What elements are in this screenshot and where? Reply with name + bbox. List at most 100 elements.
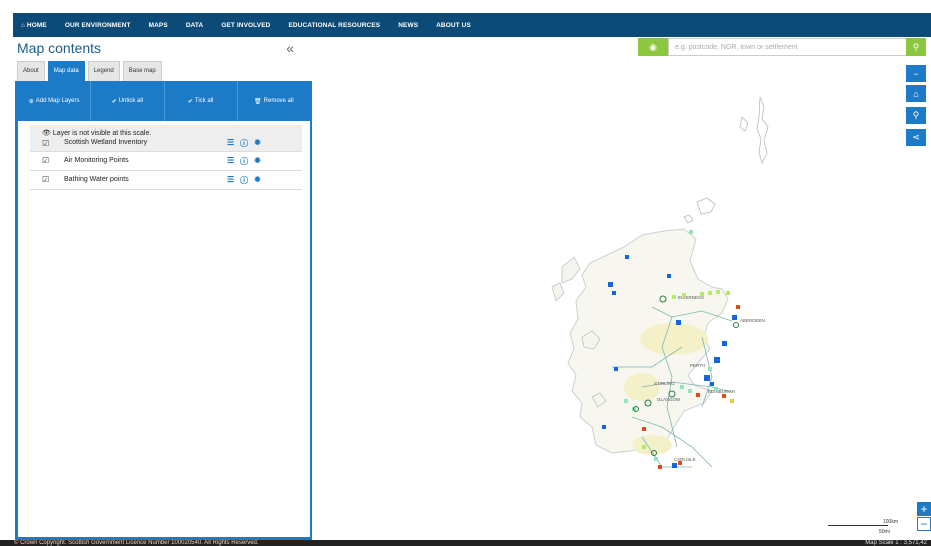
point-marker[interactable] [722, 394, 726, 398]
nav-data[interactable]: DATA [186, 22, 204, 29]
minus-icon: − [913, 68, 919, 79]
point-marker[interactable] [732, 315, 737, 320]
point-marker[interactable] [672, 463, 677, 468]
point-marker[interactable] [708, 291, 712, 295]
home-icon: ⌂ [913, 88, 919, 99]
point-marker[interactable] [676, 320, 681, 325]
zoom-in-button[interactable]: + [917, 502, 931, 516]
copyright-text: © Crown Copyright. Scottish Government L… [14, 540, 259, 546]
point-marker[interactable] [625, 255, 629, 259]
locate-button[interactable]: ⚲ [906, 107, 926, 124]
info-icon[interactable]: ⓘ [240, 156, 248, 167]
point-marker[interactable] [710, 382, 714, 386]
untick-all-button[interactable]: ✔ Untick all [91, 81, 165, 121]
point-marker[interactable] [682, 293, 686, 297]
point-marker[interactable] [696, 393, 700, 397]
point-marker[interactable] [614, 367, 618, 371]
point-marker[interactable] [736, 305, 740, 309]
point-marker[interactable] [680, 385, 684, 389]
map-label-edinburgh: EDINBURGH [708, 389, 735, 394]
gear-icon[interactable]: ✹ [254, 156, 261, 167]
point-marker[interactable] [726, 291, 730, 295]
info-icon[interactable]: ⓘ [240, 138, 248, 149]
tab-base-map[interactable]: Base map [122, 61, 162, 82]
home-button[interactable]: ⌂ [906, 85, 926, 102]
tab-map-data[interactable]: Map data [47, 61, 85, 82]
info-icon[interactable]: ⓘ [240, 175, 248, 186]
nav-about-us[interactable]: ABOUT US [436, 22, 471, 29]
point-marker[interactable] [612, 291, 616, 295]
map-label-stirling: STIRLING [654, 381, 675, 386]
tab-legend[interactable]: Legend [87, 61, 120, 82]
list-icon[interactable]: ☰ [227, 156, 234, 167]
layer-note-text: Layer is not visible at this scale. [52, 130, 152, 137]
point-marker[interactable] [688, 389, 692, 393]
point-marker[interactable] [654, 457, 658, 461]
remove-all-button[interactable]: 🗑 Remove all [238, 81, 310, 121]
point-marker[interactable] [642, 445, 646, 449]
map-pin-icon: ⚲ [912, 110, 920, 120]
layer-list: 👁 Layer is not visible at this scale. ☑ … [30, 125, 302, 190]
check-icon: ✔ [111, 98, 117, 105]
search-button[interactable]: ⚲ [906, 38, 926, 56]
map-contents-panel: Map contents « About Map data Legend Bas… [13, 37, 313, 540]
panel-tabs: About Map data Legend Base map [17, 61, 165, 82]
point-marker[interactable] [704, 375, 710, 381]
point-marker[interactable] [642, 427, 646, 431]
point-marker[interactable] [602, 425, 606, 429]
layer-row-bathing-water: ☑ Bathing Water points ☰ ⓘ ✹ [30, 171, 302, 190]
list-icon[interactable]: ☰ [227, 138, 234, 149]
layer-checkbox[interactable]: ☑ [42, 175, 49, 184]
zoom-out-side-button[interactable]: − [906, 65, 926, 82]
layer-actions: ☰ ⓘ ✹ [227, 138, 267, 149]
trash-icon: 🗑 [254, 98, 262, 105]
point-marker[interactable] [678, 461, 682, 465]
map-scale-text: Map Scale 1 : 3,571,42 [865, 540, 927, 546]
nav-our-environment[interactable]: OUR ENVIRONMENT [65, 22, 131, 29]
cairngorms-park [640, 323, 708, 355]
eye-icon: 👁 [42, 130, 51, 137]
list-icon[interactable]: ☰ [227, 175, 234, 186]
map-label-aberdeen: ABERDEEN [740, 318, 765, 323]
map-label-glasgow: GLASGOW [657, 397, 681, 402]
point-marker[interactable] [722, 341, 727, 346]
point-marker[interactable] [667, 274, 671, 278]
scale-bar-line [828, 525, 888, 526]
point-marker[interactable] [714, 387, 718, 391]
nav-get-involved[interactable]: GET INVOLVED [221, 22, 270, 29]
point-marker[interactable] [658, 465, 662, 469]
panel-title: Map contents [17, 40, 102, 56]
nav-maps[interactable]: MAPS [149, 22, 168, 29]
nav-home[interactable]: ⌂ HOME [21, 22, 47, 29]
scale-km-label: 100km [883, 519, 899, 525]
nav-news[interactable]: NEWS [398, 22, 418, 29]
point-marker[interactable] [730, 399, 734, 403]
add-map-layers-button[interactable]: ⊕ Add Map Layers [18, 81, 92, 121]
add-map-layers-label: Add Map Layers [35, 98, 80, 104]
tick-all-button[interactable]: ✔ Tick all [165, 81, 238, 121]
nav-educational-resources[interactable]: EDUCATIONAL RESOURCES [288, 22, 380, 29]
point-marker[interactable] [689, 230, 693, 234]
gear-icon[interactable]: ✹ [254, 138, 261, 149]
point-marker[interactable] [624, 399, 628, 403]
point-marker[interactable] [672, 295, 676, 299]
layer-checkbox[interactable]: ☑ [42, 139, 49, 148]
point-marker[interactable] [716, 290, 720, 294]
share-button[interactable]: ⋖ [906, 129, 926, 146]
point-marker[interactable] [733, 322, 739, 328]
map-scale-bar: 100km 50mi [828, 519, 899, 535]
layer-checkbox[interactable]: ☑ [42, 156, 49, 165]
zoom-out-button[interactable]: − [917, 517, 931, 531]
map-canvas[interactable]: ◉ e.g. postcode, NGR, town or settlement [312, 37, 931, 540]
collapse-panel-button[interactable]: « [286, 40, 294, 56]
point-marker[interactable] [708, 367, 712, 371]
western-isles [561, 256, 581, 284]
shetland-islands-small [739, 116, 749, 132]
scotland-map[interactable]: INVERNESS ABERDEEN PERTH STIRLING EDINBU… [312, 37, 931, 540]
point-marker[interactable] [700, 292, 704, 296]
remove-all-label: Remove all [263, 98, 294, 104]
point-marker[interactable] [608, 282, 613, 287]
gear-icon[interactable]: ✹ [254, 175, 261, 186]
tab-about[interactable]: About [17, 61, 45, 82]
point-marker[interactable] [714, 357, 720, 363]
